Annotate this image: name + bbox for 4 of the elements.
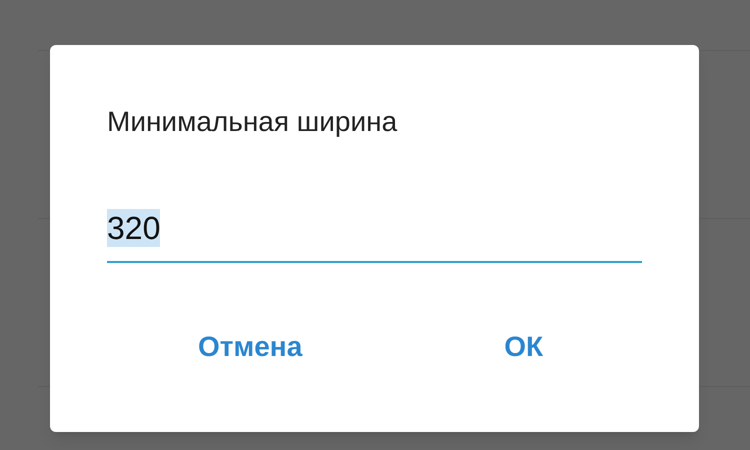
width-input-field[interactable]: 320	[107, 207, 642, 263]
cancel-button[interactable]: Отмена	[192, 320, 308, 374]
ok-button[interactable]: ОК	[498, 320, 550, 374]
dialog-title: Минимальная ширина	[107, 105, 398, 139]
